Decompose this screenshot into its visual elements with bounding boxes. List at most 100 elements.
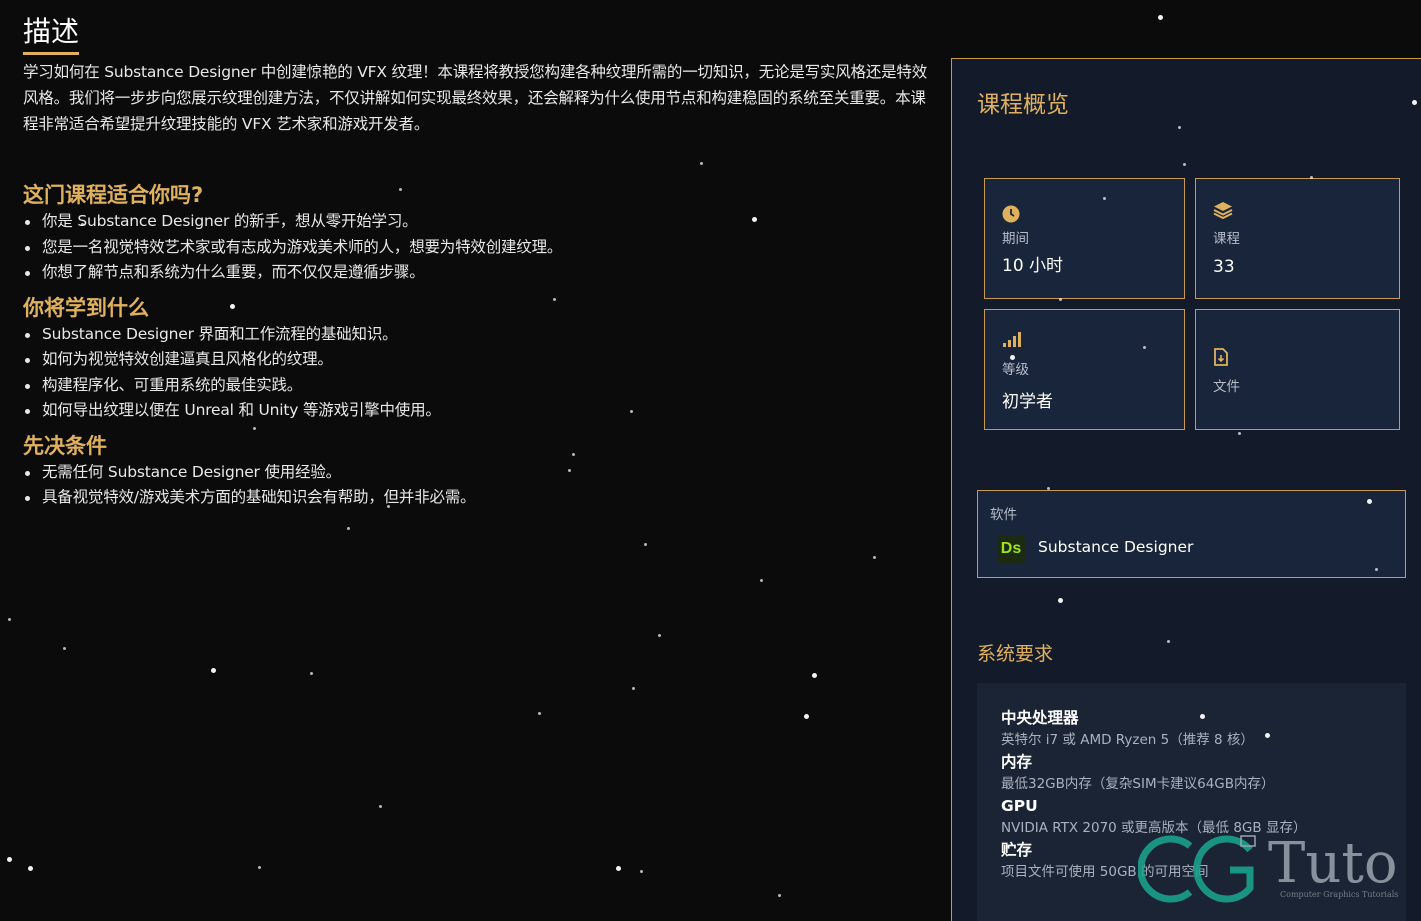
snow-dot	[1103, 197, 1106, 200]
snow-dot	[253, 427, 256, 430]
cgtuto-watermark: Tuto Computer Graphics Tutorials	[1138, 832, 1408, 906]
list-item: 如何为视觉特效创建逼真且风格化的纹理。	[23, 347, 928, 373]
description-heading: 描述	[23, 14, 80, 55]
clock-icon	[1002, 205, 1020, 228]
snow-dot	[873, 556, 876, 559]
snow-dot	[568, 469, 571, 472]
snow-dot	[538, 712, 541, 715]
level-card: 等级 初学者	[984, 309, 1185, 430]
snow-dot	[387, 505, 390, 508]
snow-dot	[1167, 640, 1170, 643]
snow-dot	[644, 543, 647, 546]
list-item: 构建程序化、可重用系统的最佳实践。	[23, 373, 928, 399]
snow-dot	[379, 805, 382, 808]
snow-dot	[752, 217, 757, 222]
snow-dot	[658, 634, 661, 637]
snow-dot	[700, 162, 703, 165]
list-item: 具备视觉特效/游戏美术方面的基础知识会有帮助，但并非必需。	[23, 485, 928, 511]
snow-dot	[572, 453, 575, 456]
snow-dot	[1200, 714, 1205, 719]
snow-dot	[63, 647, 66, 650]
snow-dot	[1412, 100, 1417, 105]
snow-dot	[211, 668, 216, 673]
duration-card: 期间 10 小时	[984, 178, 1185, 299]
snow-dot	[630, 410, 633, 413]
prerequisites-heading: 先决条件	[23, 433, 107, 458]
snow-dot	[760, 579, 763, 582]
duration-label: 期间	[1002, 231, 1029, 247]
files-label: 文件	[1213, 379, 1240, 395]
list-item: 你想了解节点和系统为什么重要，而不仅仅是遵循步骤。	[23, 260, 928, 286]
overview-heading: 课程概览	[977, 92, 1069, 118]
list-item: 如何导出纹理以便在 Unreal 和 Unity 等游戏引擎中使用。	[23, 398, 928, 424]
snow-dot	[399, 188, 402, 191]
list-item: 您是一名视觉特效艺术家或有志成为游戏美术师的人，想要为特效创建纹理。	[23, 235, 928, 261]
for-you-list: 你是 Substance Designer 的新手，想从零开始学习。 您是一名视…	[23, 209, 928, 286]
snow-dot	[1143, 346, 1146, 349]
snow-dot	[1178, 126, 1181, 129]
list-item: Substance Designer 界面和工作流程的基础知识。	[23, 322, 928, 348]
learn-list: Substance Designer 界面和工作流程的基础知识。 如何为视觉特效…	[23, 322, 928, 424]
lessons-label: 课程	[1213, 231, 1240, 247]
snow-dot	[804, 714, 809, 719]
level-value: 初学者	[1002, 392, 1053, 412]
watermark-brand: Tuto	[1268, 831, 1398, 896]
snow-dot	[347, 527, 350, 530]
software-label: 软件	[990, 507, 1017, 523]
file-icon	[1213, 348, 1229, 371]
requirement-text: 英特尔 i7 或 AMD Ryzen 5（推荐 8 核）	[1001, 732, 1254, 748]
layers-icon	[1213, 200, 1233, 225]
course-overview-panel: 课程概览 期间 10 小时 课程 33 等级 初学者 文件 软件 Ds Subs…	[951, 58, 1421, 921]
for-you-heading: 这门课程适合你吗?	[23, 183, 204, 207]
snow-dot	[1310, 176, 1313, 179]
snow-dot	[1010, 355, 1015, 360]
list-item: 无需任何 Substance Designer 使用经验。	[23, 460, 928, 486]
requirement-memory: 内存 最低32GB内存（复杂SIM卡建议64GB内存）	[1001, 751, 1275, 795]
snow-dot	[81, 223, 84, 226]
snow-dot	[1047, 487, 1050, 490]
requirement-title: 中央处理器	[1001, 709, 1079, 727]
lessons-card: 课程 33	[1195, 178, 1400, 299]
watermark-tagline: Computer Graphics Tutorials	[1280, 890, 1399, 899]
description-text: 学习如何在 Substance Designer 中创建惊艳的 VFX 纹理！本…	[23, 63, 928, 133]
snow-dot	[7, 857, 12, 862]
requirement-cpu: 中央处理器 英特尔 i7 或 AMD Ryzen 5（推荐 8 核）	[1001, 707, 1254, 751]
snow-dot	[1375, 568, 1378, 571]
course-description-column: 描述 学习如何在 Substance Designer 中创建惊艳的 VFX 纹…	[23, 14, 928, 511]
snow-dot	[553, 298, 556, 301]
signal-bars-icon	[1002, 330, 1024, 353]
snow-dot	[778, 894, 781, 897]
lessons-value: 33	[1213, 257, 1235, 277]
snow-dot	[8, 618, 11, 621]
snow-dot	[616, 866, 621, 871]
files-card: 文件	[1195, 309, 1400, 430]
software-card: 软件 Ds Substance Designer	[977, 490, 1406, 578]
snow-dot	[632, 687, 635, 690]
requirement-text: 最低32GB内存（复杂SIM卡建议64GB内存）	[1001, 776, 1275, 792]
snow-dot	[1158, 15, 1163, 20]
snow-dot	[1238, 432, 1241, 435]
snow-dot	[126, 244, 129, 247]
duration-value: 10 小时	[1002, 256, 1064, 276]
snow-dot	[1367, 499, 1372, 504]
snow-dot	[812, 673, 817, 678]
list-item: 你是 Substance Designer 的新手，想从零开始学习。	[23, 209, 928, 235]
snow-dot	[230, 304, 235, 309]
requirement-title: 内存	[1001, 753, 1033, 771]
level-label: 等级	[1002, 362, 1029, 378]
snow-dot	[28, 866, 33, 871]
prerequisites-list: 无需任何 Substance Designer 使用经验。 具备视觉特效/游戏美…	[23, 460, 928, 511]
snow-dot	[258, 866, 261, 869]
snow-dot	[1059, 298, 1062, 301]
snow-dot	[640, 870, 643, 873]
substance-designer-logo-icon: Ds	[997, 535, 1025, 563]
requirement-title: GPU	[1001, 797, 1038, 815]
snow-dot	[1058, 598, 1063, 603]
snow-dot	[1183, 163, 1186, 166]
system-requirements-heading: 系统要求	[977, 643, 1054, 665]
cg-logo-icon	[1138, 835, 1256, 903]
snow-dot	[310, 672, 313, 675]
snow-dot	[1265, 733, 1270, 738]
software-name: Substance Designer	[1038, 538, 1194, 556]
learn-heading: 你将学到什么	[23, 295, 149, 320]
